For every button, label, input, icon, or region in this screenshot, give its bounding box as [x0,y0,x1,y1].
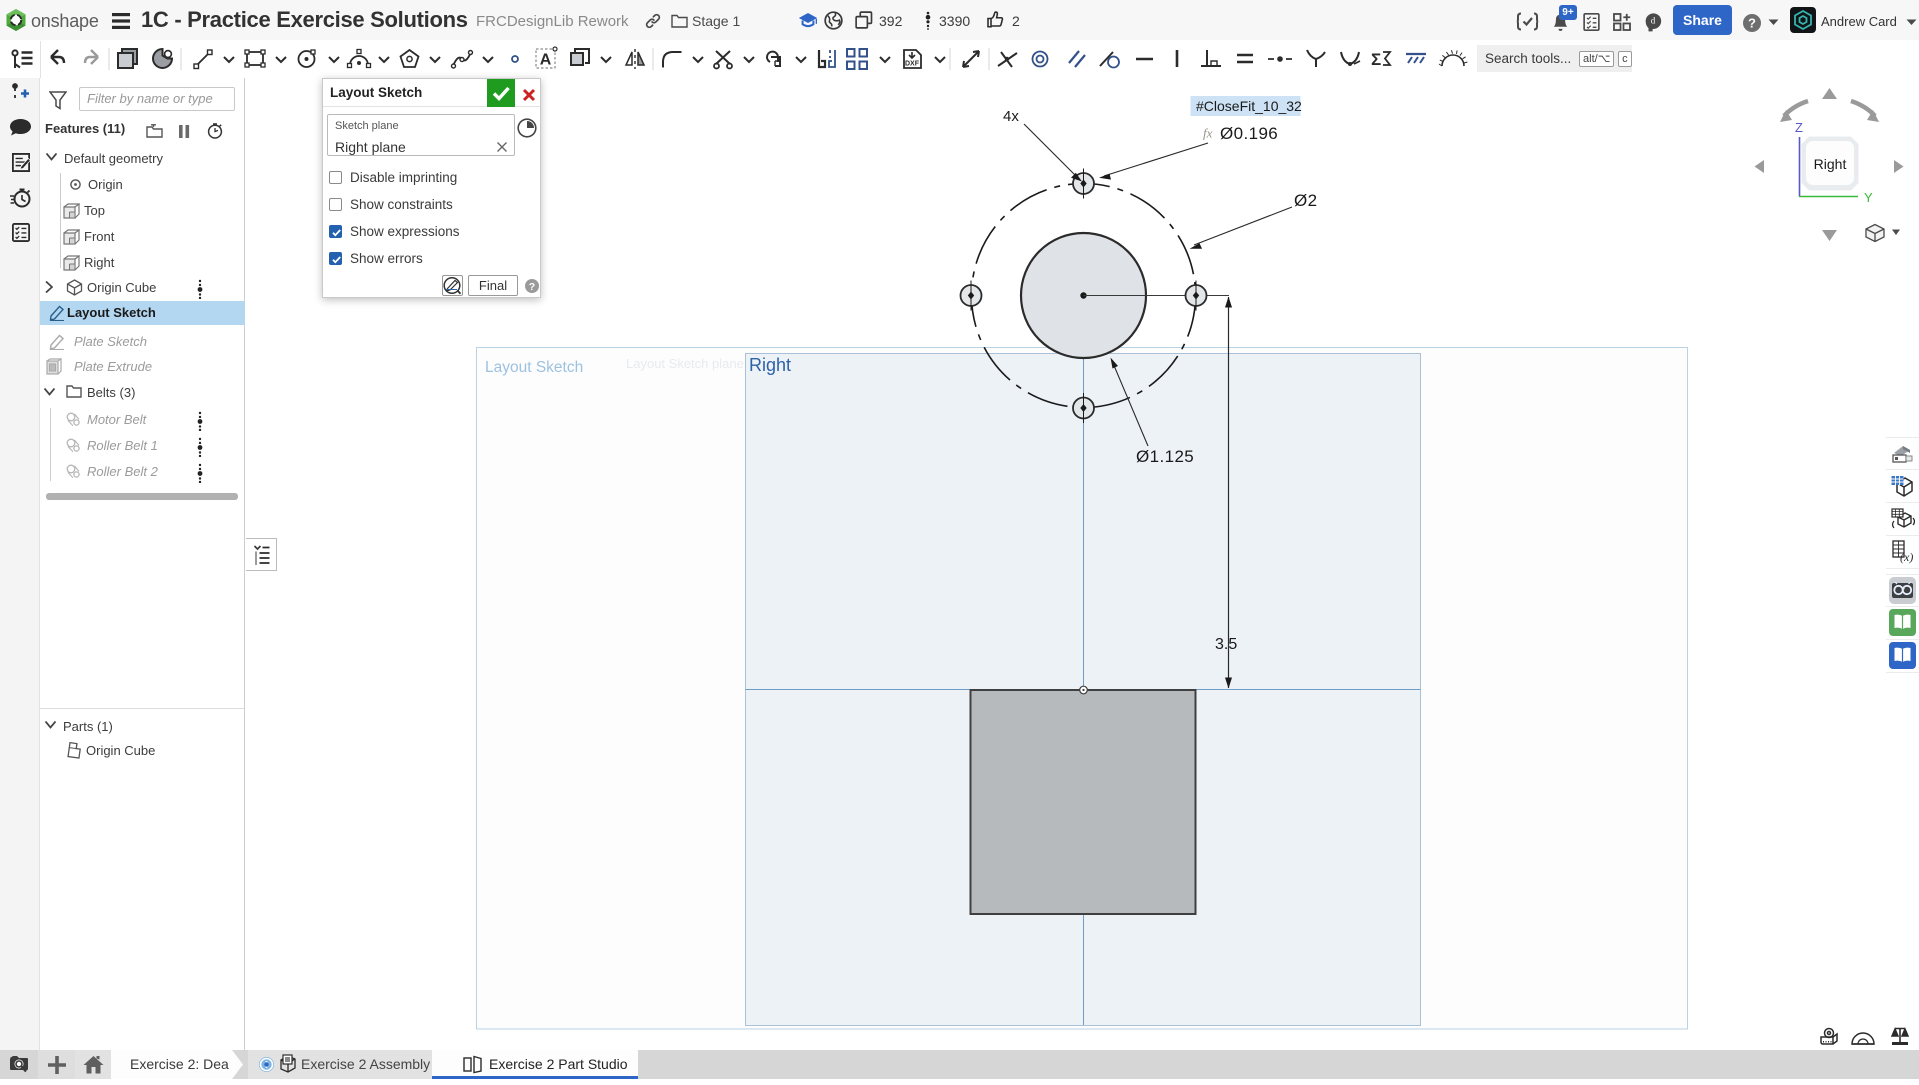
svg-text:?: ? [1748,16,1756,31]
svg-text:4x: 4x [1003,108,1019,125]
svg-text:Layout Sketch plane: Layout Sketch plane [626,356,744,371]
svg-text:fx: fx [1203,126,1213,141]
svg-text:3.5: 3.5 [1215,636,1237,653]
svg-text:Y: Y [1864,190,1873,205]
svg-text:A: A [540,52,552,69]
svg-text:Σ: Σ [1371,50,1381,69]
svg-text:Ø1.125: Ø1.125 [1136,447,1194,466]
svg-text:?: ? [529,281,535,293]
svg-text:Right: Right [1814,156,1847,172]
svg-text:(x): (x) [1900,550,1913,564]
svg-text:Ø2: Ø2 [1294,191,1317,210]
svg-text:Right: Right [749,355,791,375]
svg-text:Ø0.196: Ø0.196 [1220,124,1278,143]
svg-text:Layout Sketch: Layout Sketch [485,359,583,376]
svg-text:#CloseFit_10_32: #CloseFit_10_32 [1196,98,1302,114]
svg-text:d: d [1651,16,1656,26]
svg-text:DXF: DXF [905,61,920,68]
svg-text:Z: Z [1795,120,1803,135]
